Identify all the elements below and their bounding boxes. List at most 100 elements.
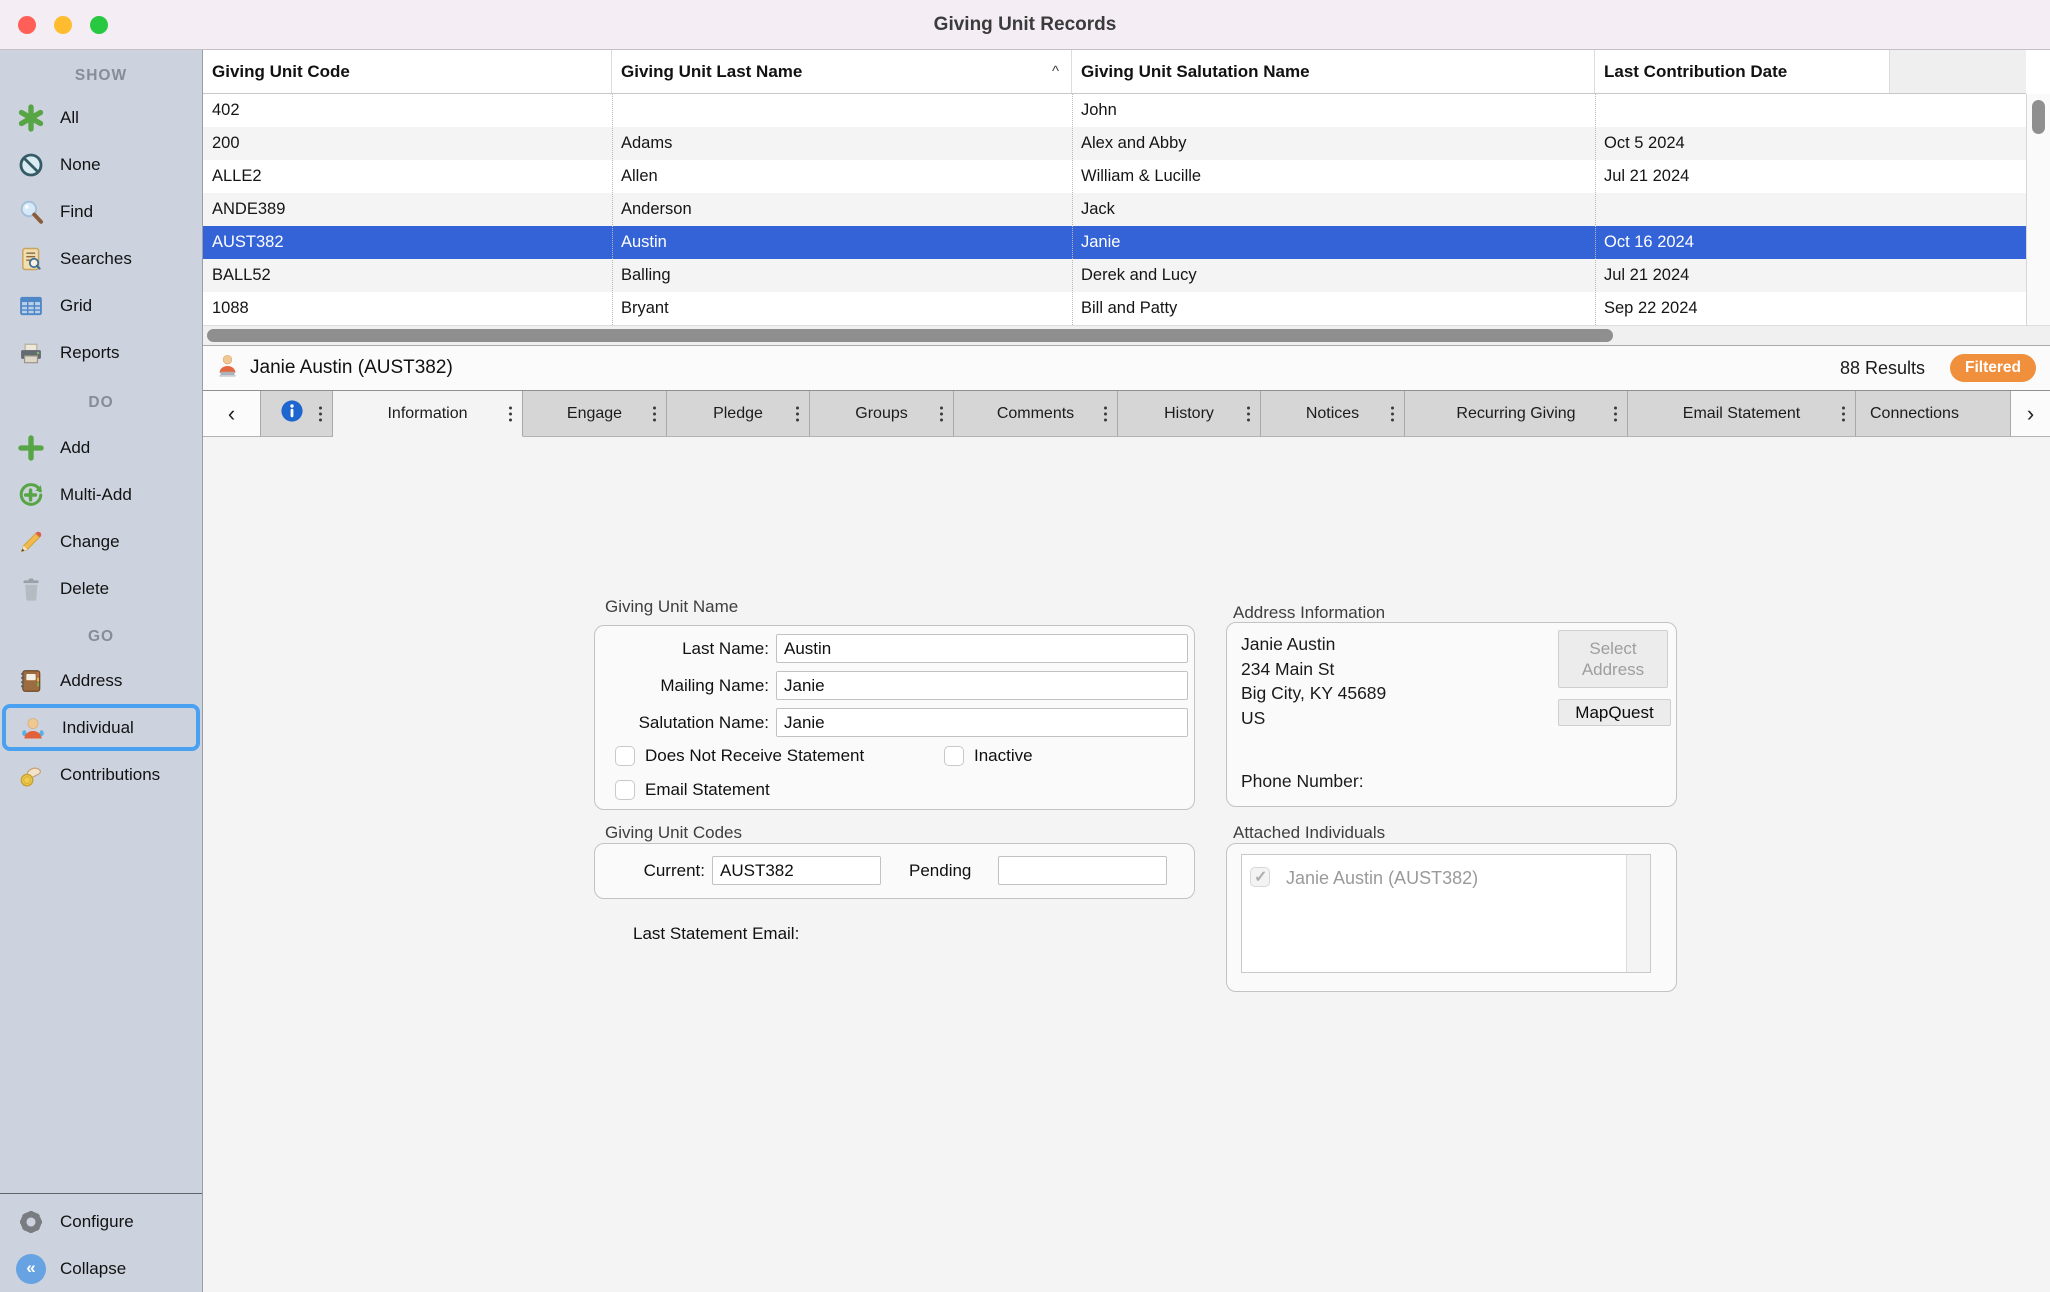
vertical-scrollbar-thumb[interactable] — [2032, 100, 2045, 134]
tab-scroll-left-button[interactable]: ‹ — [203, 391, 261, 437]
kebab-menu-icon[interactable] — [509, 406, 512, 421]
sidebar-item-all[interactable]: All — [0, 94, 202, 141]
kebab-menu-icon[interactable] — [319, 406, 322, 421]
tab-scroll-right-button[interactable]: › — [2010, 391, 2050, 437]
sidebar-item-searches[interactable]: Searches — [0, 235, 202, 282]
salutation-name-label: Salutation Name: — [595, 708, 769, 737]
magnifier-icon — [16, 197, 46, 227]
inactive-checkbox[interactable] — [944, 746, 964, 766]
column-header-last-contribution-date[interactable]: Last Contribution Date — [1595, 50, 1890, 93]
giving-unit-codes-group: Current: Pending — [594, 843, 1195, 899]
last-name-field[interactable] — [776, 634, 1188, 663]
sidebar-item-label: Collapse — [60, 1259, 126, 1279]
sidebar-section-show: SHOW — [0, 58, 202, 94]
horizontal-scrollbar-thumb[interactable] — [207, 329, 1613, 342]
mailing-name-label: Mailing Name: — [595, 671, 769, 700]
sidebar-item-label: Configure — [60, 1212, 134, 1232]
sidebar-section-do: DO — [0, 376, 202, 424]
does-not-receive-statement-checkbox[interactable] — [615, 746, 635, 766]
collapse-icon: « — [16, 1254, 46, 1284]
sidebar-item-label: Add — [60, 438, 90, 458]
table-row[interactable]: 1088BryantBill and PattySep 22 2024 — [203, 292, 2026, 325]
horizontal-scrollbar[interactable] — [203, 325, 2050, 345]
sidebar-item-label: Grid — [60, 296, 92, 316]
sidebar-item-none[interactable]: None — [0, 141, 202, 188]
sidebar-item-label: None — [60, 155, 101, 175]
sidebar-item-contributions[interactable]: Contributions — [0, 751, 202, 798]
hand-coin-icon — [16, 760, 46, 790]
attached-individuals-legend: Attached Individuals — [1233, 823, 1385, 843]
multi-add-icon — [16, 480, 46, 510]
tab-record-info[interactable] — [261, 391, 333, 437]
sidebar-item-individual[interactable]: Individual — [2, 704, 200, 751]
table-row-selected[interactable]: AUST382AustinJanieOct 16 2024 — [203, 226, 2026, 259]
sidebar-item-label: All — [60, 108, 79, 128]
column-header-giving-unit-code[interactable]: Giving Unit Code — [203, 50, 612, 93]
attached-individual-checkbox[interactable] — [1250, 867, 1270, 887]
kebab-menu-icon[interactable] — [1391, 406, 1394, 421]
sidebar-item-change[interactable]: Change — [0, 518, 202, 565]
kebab-menu-icon[interactable] — [796, 406, 799, 421]
table-row[interactable]: ANDE389AndersonJack — [203, 193, 2026, 226]
sidebar-item-delete[interactable]: Delete — [0, 565, 202, 612]
sidebar-item-label: Individual — [62, 718, 134, 738]
sidebar-item-grid[interactable]: Grid — [0, 282, 202, 329]
table-row[interactable]: ALLE2AllenWilliam & LucilleJul 21 2024 — [203, 160, 2026, 193]
sidebar-item-collapse[interactable]: « Collapse — [0, 1245, 202, 1292]
kebab-menu-icon[interactable] — [1104, 406, 1107, 421]
column-header-giving-unit-salutation-name[interactable]: Giving Unit Salutation Name — [1072, 50, 1595, 93]
tab-email-statement[interactable]: Email Statement — [1628, 391, 1856, 437]
kebab-menu-icon[interactable] — [1614, 406, 1617, 421]
sidebar-item-label: Reports — [60, 343, 120, 363]
tab-comments[interactable]: Comments — [954, 391, 1118, 437]
sidebar-item-address[interactable]: Address — [0, 657, 202, 704]
last-statement-email-label: Last Statement Email: — [633, 924, 799, 944]
salutation-name-field[interactable] — [776, 708, 1188, 737]
kebab-menu-icon[interactable] — [653, 406, 656, 421]
sidebar-item-multi-add[interactable]: Multi-Add — [0, 471, 202, 518]
sidebar-footer: Configure « Collapse — [0, 1193, 202, 1292]
tab-history[interactable]: History — [1118, 391, 1261, 437]
kebab-menu-icon[interactable] — [1842, 406, 1845, 421]
sidebar-item-reports[interactable]: Reports — [0, 329, 202, 376]
pending-code-field[interactable] — [998, 856, 1167, 885]
sidebar-item-find[interactable]: Find — [0, 188, 202, 235]
select-address-button[interactable]: Select Address — [1558, 630, 1668, 688]
table-row[interactable]: 402John — [203, 94, 2026, 127]
attached-individuals-group: Janie Austin (AUST382) — [1226, 843, 1677, 992]
tab-engage[interactable]: Engage — [523, 391, 667, 437]
list-scrollbar[interactable] — [1626, 855, 1650, 972]
printer-icon — [16, 338, 46, 368]
table-header-row: Giving Unit Code Giving Unit Last Name^ … — [203, 50, 2026, 94]
main-area: Giving Unit Code Giving Unit Last Name^ … — [203, 50, 2050, 1292]
tab-pledge[interactable]: Pledge — [667, 391, 810, 437]
table-row[interactable]: 200AdamsAlex and AbbyOct 5 2024 — [203, 127, 2026, 160]
mapquest-button[interactable]: MapQuest — [1558, 699, 1671, 726]
last-name-label: Last Name: — [595, 634, 769, 663]
tab-groups[interactable]: Groups — [810, 391, 954, 437]
vertical-scrollbar[interactable] — [2026, 94, 2050, 325]
sidebar-item-configure[interactable]: Configure — [0, 1198, 202, 1245]
trash-icon — [16, 574, 46, 604]
window-title: Giving Unit Records — [0, 0, 2050, 50]
tab-information[interactable]: Information — [333, 391, 523, 437]
column-divider — [612, 94, 613, 325]
kebab-menu-icon[interactable] — [1247, 406, 1250, 421]
column-header-filler — [1890, 50, 2026, 93]
address-book-icon — [16, 666, 46, 696]
does-not-receive-statement-label: Does Not Receive Statement — [645, 745, 864, 767]
sidebar-item-label: Find — [60, 202, 93, 222]
mailing-name-field[interactable] — [776, 671, 1188, 700]
address-name-line: Janie Austin — [1241, 632, 1386, 657]
sidebar-item-add[interactable]: Add — [0, 424, 202, 471]
table-row[interactable]: BALL52BallingDerek and LucyJul 21 2024 — [203, 259, 2026, 292]
column-header-giving-unit-last-name[interactable]: Giving Unit Last Name^ — [612, 50, 1072, 93]
tab-notices[interactable]: Notices — [1261, 391, 1405, 437]
current-code-field[interactable] — [712, 856, 881, 885]
tab-recurring-giving[interactable]: Recurring Giving — [1405, 391, 1628, 437]
filtered-badge[interactable]: Filtered — [1950, 354, 2036, 382]
attached-individuals-list[interactable]: Janie Austin (AUST382) — [1241, 854, 1651, 973]
prohibited-icon — [16, 150, 46, 180]
kebab-menu-icon[interactable] — [940, 406, 943, 421]
email-statement-checkbox[interactable] — [615, 780, 635, 800]
